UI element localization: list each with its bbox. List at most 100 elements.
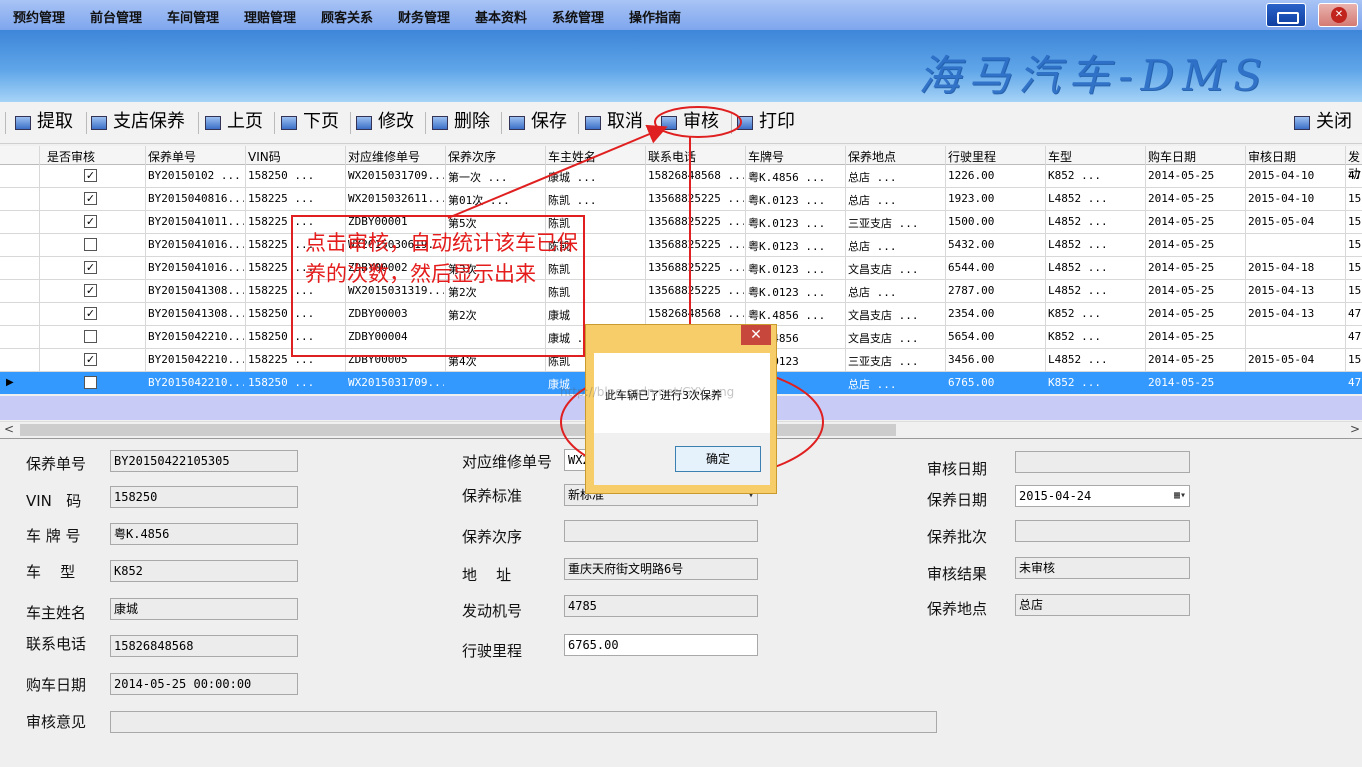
order-no-field[interactable]: BY20150422105305 <box>110 450 298 472</box>
repair-no-field[interactable]: WX2 <box>564 449 586 471</box>
owner-field[interactable]: 康城 <box>110 598 298 620</box>
batch-field[interactable] <box>1015 520 1190 542</box>
model-field[interactable]: K852 <box>110 560 298 582</box>
column-header[interactable]: 联系电话 <box>648 148 696 165</box>
fetch-button[interactable]: 提取 <box>15 111 73 135</box>
menu-front-desk[interactable]: 前台管理 <box>90 7 142 26</box>
audit-result-field[interactable]: 未审核 <box>1015 557 1190 579</box>
address-field[interactable]: 重庆天府街文明路6号 <box>564 558 758 580</box>
menu-finance[interactable]: 财务管理 <box>398 7 450 26</box>
table-cell: 2015-04-13 <box>1248 284 1315 297</box>
location-field[interactable]: 总店 <box>1015 594 1190 616</box>
audit-date-field[interactable] <box>1015 451 1190 473</box>
calendar-icon[interactable]: ▦▾ <box>1174 486 1186 506</box>
close-label: 关闭 <box>1316 111 1352 132</box>
column-header[interactable]: 车主姓名 <box>548 148 596 165</box>
vin-label: VIN 码 <box>26 492 82 510</box>
prev-page-icon <box>205 116 221 130</box>
prev-page-button[interactable]: 上页 <box>205 111 263 135</box>
grid-header: 是否审核 保养单号 VIN码 对应维修单号 保养次序 车主姓名 联系电话 车牌号 保养地点 行驶里… <box>0 146 1362 181</box>
table-cell: 1568 <box>1348 353 1362 366</box>
audited-checkbox[interactable] <box>84 330 97 343</box>
toolbar-separator <box>198 112 199 134</box>
table-row[interactable]: ✓ BY2015040816... 158225 ... WX2015032611..… <box>0 188 1362 211</box>
print-button[interactable]: 打印 <box>737 111 795 135</box>
scroll-left-icon[interactable]: < <box>4 422 14 436</box>
save-button[interactable]: 保存 <box>509 111 567 135</box>
column-header[interactable]: 车牌号 <box>748 148 784 165</box>
table-row[interactable]: ✓ BY2015041016... 158225 ... ZDBY00002 第3次 陈凯… <box>0 257 1362 280</box>
menu-basic-data[interactable]: 基本资料 <box>475 7 527 26</box>
table-cell: BY2015041308... <box>148 307 244 320</box>
branch-maintenance-label: 支店保养 <box>113 111 185 132</box>
table-cell: 2354.00 <box>948 307 995 320</box>
engine-no-field[interactable]: 4785 <box>564 595 758 617</box>
menu-customer[interactable]: 顾客关系 <box>321 7 373 26</box>
toolbar-separator <box>86 112 87 134</box>
close-button[interactable]: 关闭 <box>1294 111 1352 135</box>
audited-checkbox[interactable]: ✓ <box>84 215 97 228</box>
order-no-label: 保养单号 <box>26 455 87 473</box>
next-page-button[interactable]: 下页 <box>281 111 339 135</box>
menu-system[interactable]: 系统管理 <box>552 7 604 26</box>
phone-field[interactable]: 15826848568 <box>110 635 298 657</box>
column-header[interactable]: 审核日期 <box>1248 148 1296 165</box>
close-window-button[interactable] <box>1318 3 1358 27</box>
audited-checkbox[interactable]: ✓ <box>84 261 97 274</box>
edit-icon <box>356 116 372 130</box>
column-header[interactable]: 车型 <box>1048 148 1072 165</box>
mileage-field[interactable]: 6765.00 <box>564 634 758 656</box>
table-row[interactable]: ✓ BY2015041308... 158225 ... WX2015031319..… <box>0 280 1362 303</box>
table-cell: BY2015040816... <box>148 192 244 205</box>
table-row[interactable]: ✓ BY2015041011... 158225 ... ZDBY00001 第5次 陈凯… <box>0 211 1362 234</box>
column-header[interactable]: 保养地点 <box>848 148 896 165</box>
column-header[interactable]: 保养单号 <box>148 148 196 165</box>
branch-maintenance-button[interactable]: 支店保养 <box>91 111 185 135</box>
menu-guide[interactable]: 操作指南 <box>629 7 681 26</box>
audited-checkbox[interactable]: ✓ <box>84 192 97 205</box>
plate-field[interactable]: 粤K.4856 <box>110 523 298 545</box>
table-cell: 13568825225 ... <box>648 192 744 205</box>
maintenance-date-label: 保养日期 <box>927 491 988 509</box>
audited-checkbox[interactable] <box>84 238 97 251</box>
table-row[interactable]: BY2015041016... 158225 ... WX2015030619...… <box>0 234 1362 257</box>
audited-checkbox[interactable] <box>84 376 97 389</box>
audited-checkbox[interactable]: ✓ <box>84 169 97 182</box>
column-header[interactable]: 是否审核 <box>47 148 95 165</box>
menu-workshop[interactable]: 车间管理 <box>167 7 219 26</box>
vin-field[interactable]: 158250 <box>110 486 298 508</box>
table-cell: 2015-05-04 <box>1248 215 1315 228</box>
table-cell: 4785 <box>1348 330 1362 343</box>
dialog-close-button[interactable]: ✕ <box>741 325 771 345</box>
maintenance-date-picker[interactable]: 2015-04-24 ▦▾ <box>1015 485 1190 507</box>
column-header[interactable]: 对应维修单号 <box>348 148 420 165</box>
sequence-field[interactable] <box>564 520 758 542</box>
minimize-button[interactable] <box>1266 3 1306 27</box>
column-header[interactable]: VIN码 <box>248 148 281 165</box>
purchase-date-field[interactable]: 2014-05-25 00:00:00 <box>110 673 298 695</box>
dialog-ok-button[interactable]: 确定 <box>675 446 761 472</box>
column-header[interactable]: 保养次序 <box>448 148 496 165</box>
table-cell: L4852 ... <box>1048 284 1108 297</box>
table-cell: 粤K.0123 ... <box>748 217 826 230</box>
column-header[interactable]: 购车日期 <box>1148 148 1196 165</box>
table-cell: K852 ... <box>1048 376 1101 389</box>
audit-opinion-field[interactable] <box>110 711 937 733</box>
delete-button[interactable]: 删除 <box>432 111 490 135</box>
cancel-button[interactable]: 取消 <box>585 111 643 135</box>
scroll-right-icon[interactable]: > <box>1350 422 1360 436</box>
table-cell: 1568 <box>1348 215 1362 228</box>
edit-button[interactable]: 修改 <box>356 111 414 135</box>
table-cell: 158250 ... <box>248 169 315 182</box>
column-header[interactable]: 行驶里程 <box>948 148 996 165</box>
menu-appointment[interactable]: 预约管理 <box>13 7 65 26</box>
audited-checkbox[interactable]: ✓ <box>84 284 97 297</box>
watermark: http://blog.csdn.net/GYY_ung <box>560 385 735 399</box>
audited-checkbox[interactable]: ✓ <box>84 307 97 320</box>
menu-claims[interactable]: 理赔管理 <box>244 7 296 26</box>
table-row[interactable]: ✓ BY2015041308... 158250 ... ZDBY00003 第2次 康城… <box>0 303 1362 326</box>
table-row[interactable]: ✓ BY20150102 ... 158250 ... WX2015031709...… <box>0 165 1362 188</box>
audit-button[interactable]: 审核 <box>661 111 719 135</box>
audited-checkbox[interactable]: ✓ <box>84 353 97 366</box>
delete-label: 删除 <box>454 111 490 132</box>
